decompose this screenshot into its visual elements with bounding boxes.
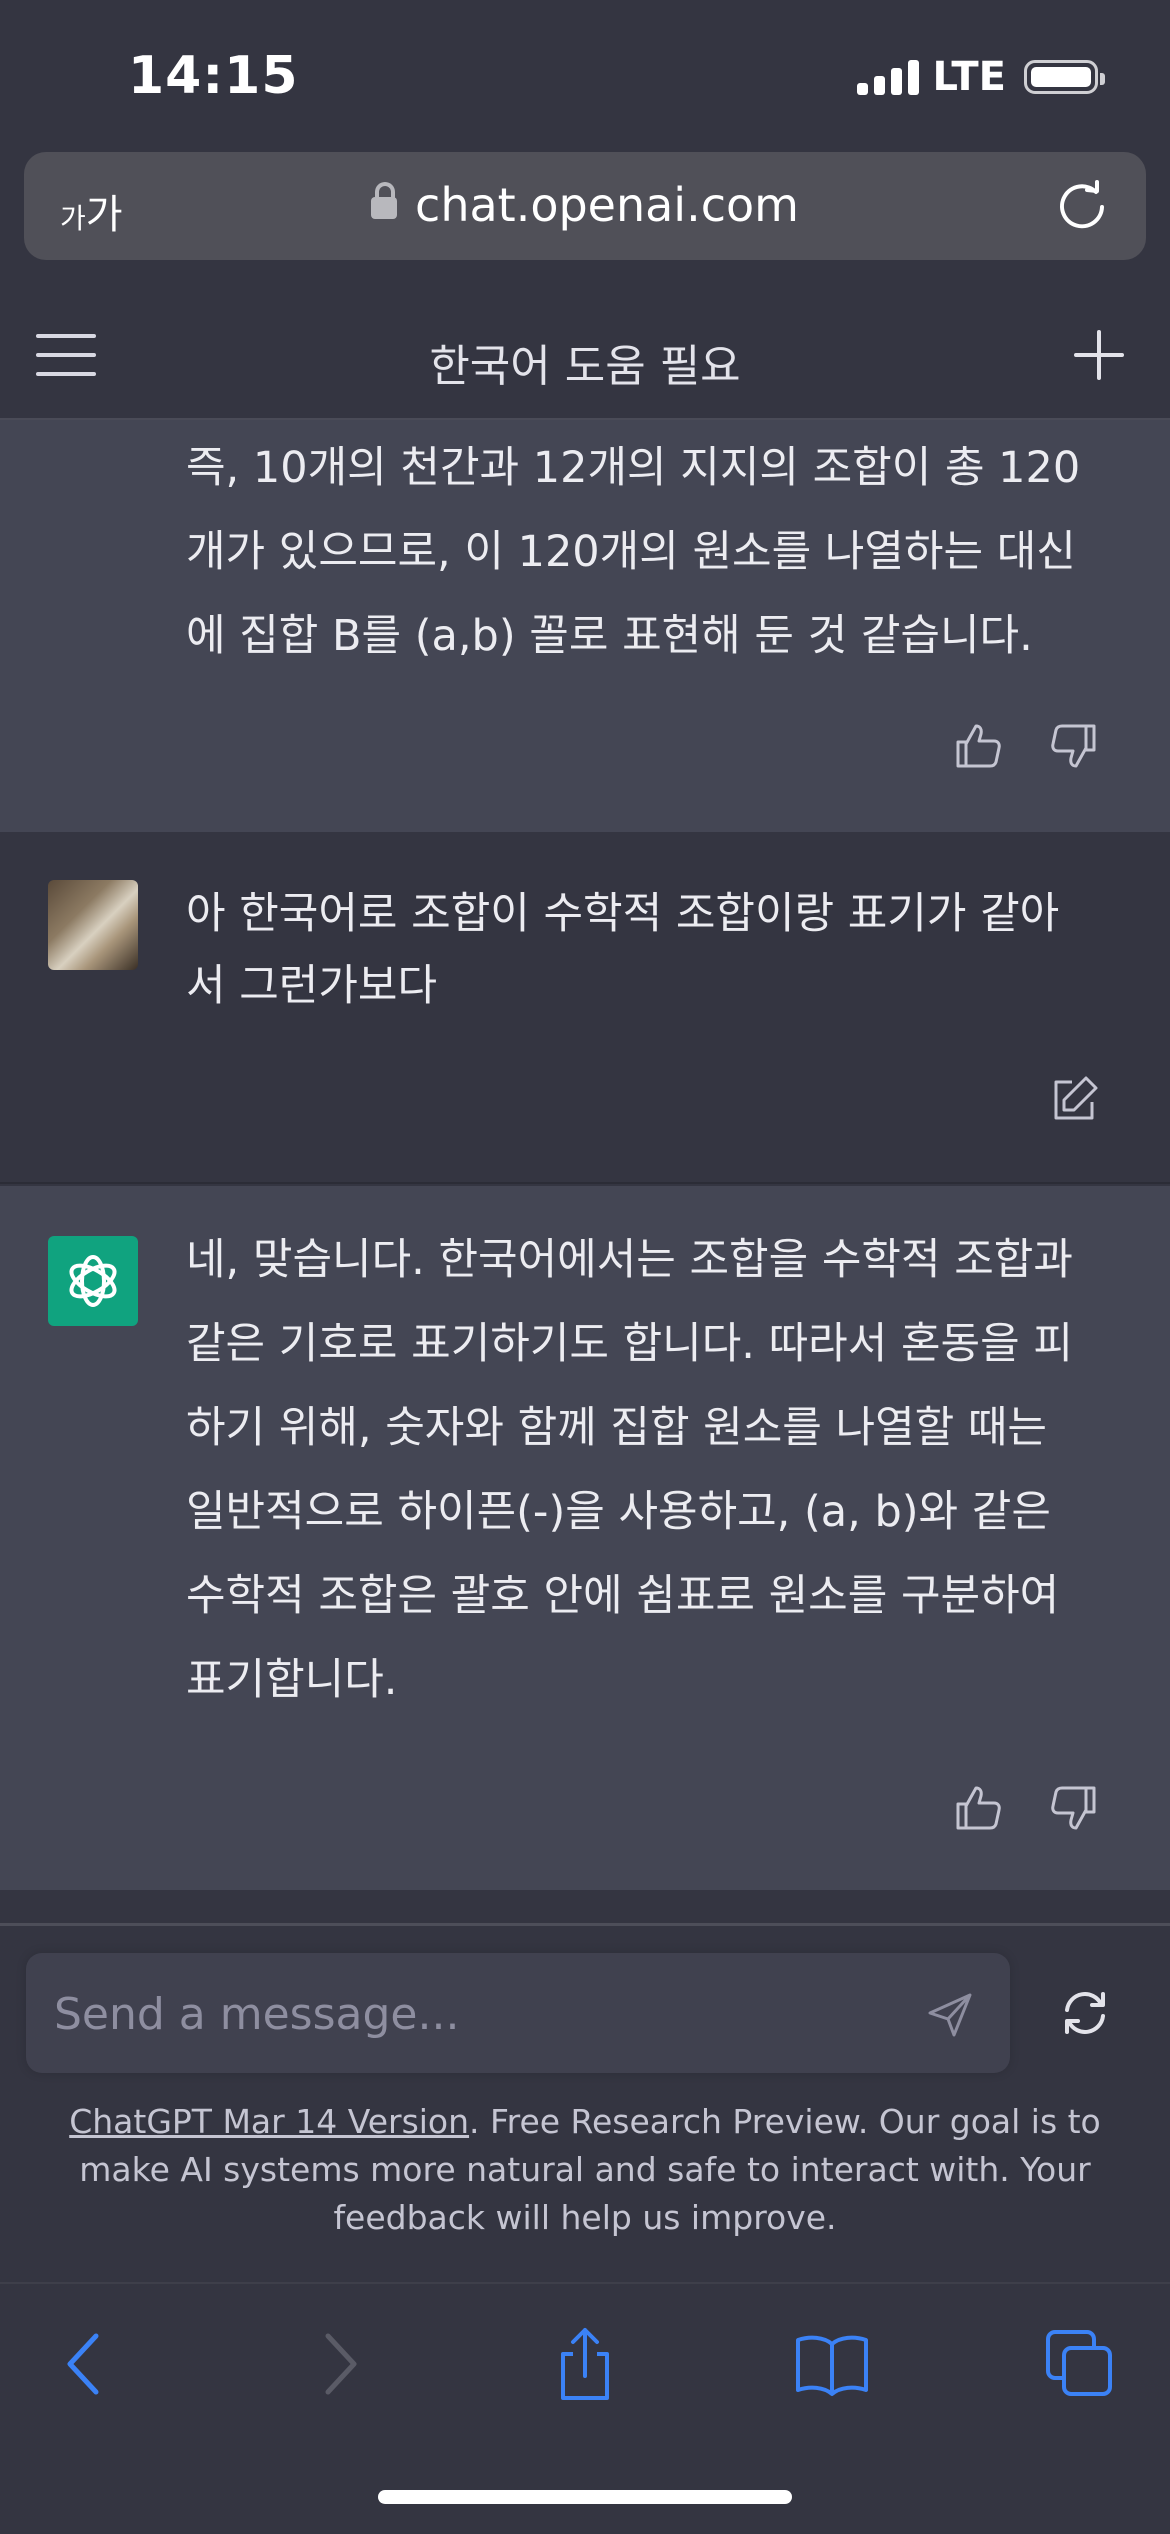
chatgpt-avatar [48, 1236, 138, 1326]
back-icon[interactable] [46, 2324, 126, 2404]
status-time: 14:15 [128, 46, 299, 106]
new-chat-icon[interactable] [1074, 330, 1124, 380]
regenerate-icon[interactable] [1058, 1986, 1112, 2040]
thumbs-up-icon[interactable] [950, 1780, 1006, 1836]
reload-icon[interactable] [1056, 180, 1108, 232]
chat-title: 한국어 도움 필요 [429, 341, 741, 392]
version-link[interactable]: ChatGPT Mar 14 Version [69, 2102, 469, 2141]
network-type: LTE [932, 54, 1006, 100]
thumbs-up-icon[interactable] [950, 718, 1006, 774]
url-text: chat.openai.com [415, 178, 799, 232]
send-icon[interactable] [924, 1989, 976, 2041]
edit-icon[interactable] [1046, 1072, 1102, 1128]
assistant-message: 네, 맞습니다. 한국어에서는 조합을 수학적 조합과 같은 기호로 표기하기도… [0, 1186, 1170, 1890]
message-text: 네, 맞습니다. 한국어에서는 조합을 수학적 조합과 같은 기호로 표기하기도… [186, 1235, 1073, 1705]
user-message: 아 한국어로 조합이 수학적 조합이랑 표기가 같아 서 그런가보다 [0, 832, 1170, 1184]
composer-divider [0, 1923, 1170, 1926]
url-display[interactable]: chat.openai.com [24, 178, 1146, 232]
status-bar: 14:15 LTE [0, 0, 1170, 150]
message-input[interactable] [52, 1981, 896, 2047]
message-composer [26, 1953, 1010, 2073]
home-indicator [378, 2490, 792, 2504]
battery-icon [1024, 60, 1105, 94]
forward-icon[interactable] [298, 2324, 378, 2404]
signal-icon [856, 59, 919, 95]
status-indicators: LTE [856, 54, 1105, 100]
message-text: 즉, 10개의 천간과 12개의 지지의 조합이 총 120 개가 있으므로, … [186, 443, 1081, 661]
footer-disclaimer: ChatGPT Mar 14 Version. Free Research Pr… [30, 2098, 1140, 2242]
thumbs-down-icon[interactable] [1046, 1780, 1102, 1836]
thumbs-down-icon[interactable] [1046, 718, 1102, 774]
openai-logo-icon [69, 1255, 117, 1307]
user-avatar [48, 880, 138, 970]
lock-icon [371, 182, 398, 219]
share-icon[interactable] [545, 2324, 625, 2404]
assistant-message: 즉, 10개의 천간과 12개의 지지의 조합이 총 120 개가 있으므로, … [0, 420, 1170, 832]
message-text: 아 한국어로 조합이 수학적 조합이랑 표기가 같아 서 그런가보다 [186, 889, 1060, 1011]
bookmarks-icon[interactable] [792, 2324, 872, 2404]
chat-header: 한국어 도움 필요 [0, 290, 1170, 420]
browser-address-bar[interactable]: 가가 chat.openai.com [24, 152, 1146, 260]
tabs-icon[interactable] [1040, 2324, 1120, 2404]
